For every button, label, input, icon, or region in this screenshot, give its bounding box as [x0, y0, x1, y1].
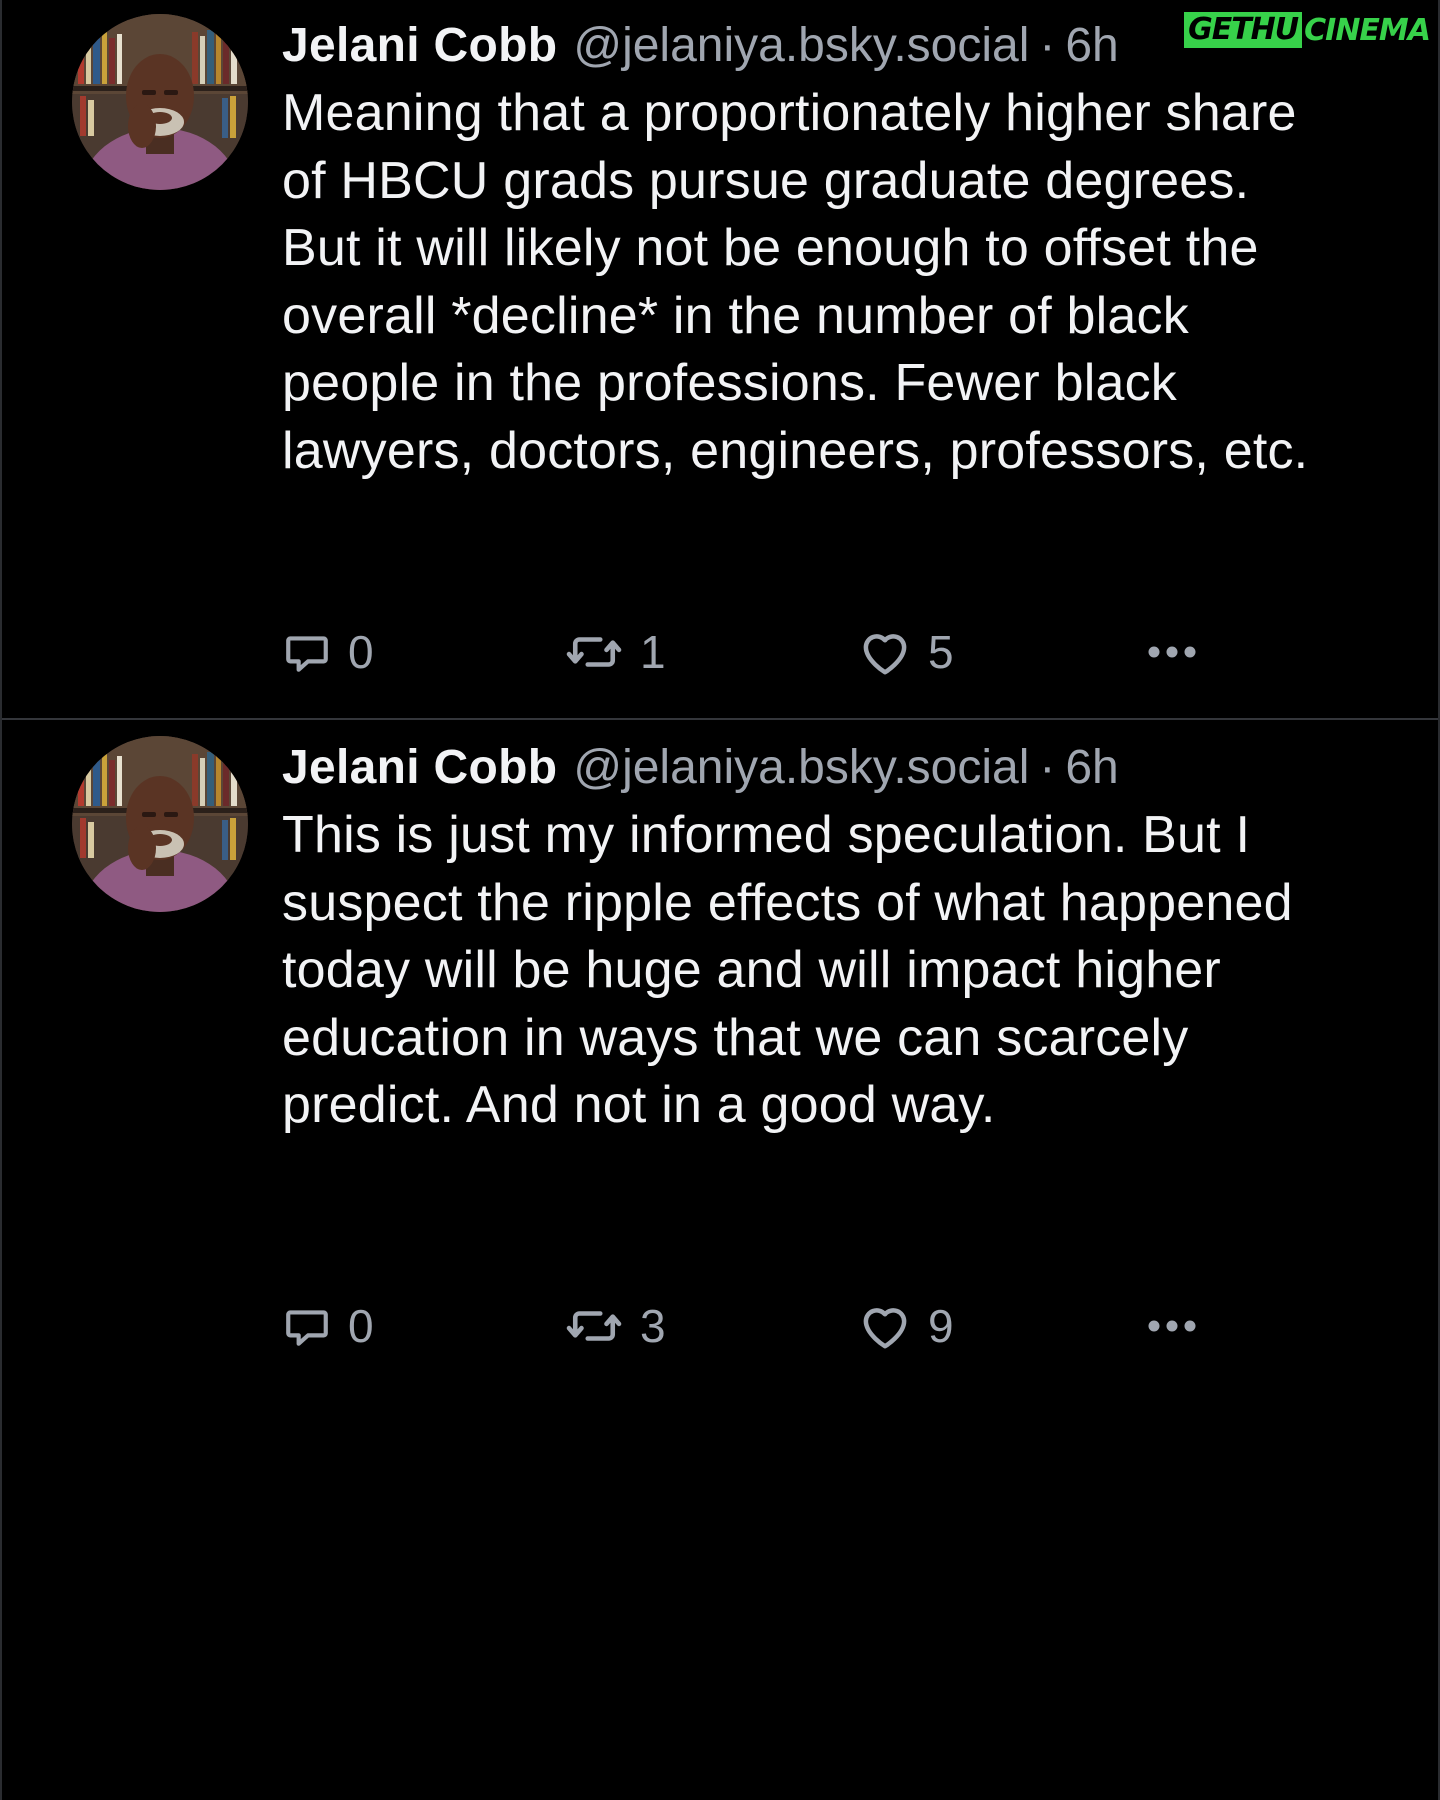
like-count: 5 [928, 626, 954, 678]
repost-count: 1 [640, 626, 666, 678]
author-handle[interactable]: @jelaniya.bsky.social [573, 14, 1029, 78]
post-item[interactable]: Jelani Cobb @jelaniya.bsky.social · 6h M… [2, 0, 1438, 720]
like-button[interactable]: 5 [858, 622, 954, 682]
heart-icon [863, 634, 907, 675]
ellipsis-icon [1148, 1320, 1196, 1332]
post-feed: GETHU CINEMA Jelani Cobb @jelaniya.bsky.… [0, 0, 1440, 1800]
post-text: This is just my informed speculation. Bu… [282, 806, 1293, 1134]
author-avatar[interactable] [72, 14, 248, 190]
reply-button[interactable]: 0 [282, 1296, 374, 1356]
post-text: Meaning that a proportionately higher sh… [282, 84, 1309, 480]
author-handle[interactable]: @jelaniya.bsky.social [573, 736, 1029, 800]
reply-bubble-icon [286, 1310, 328, 1346]
repost-count: 3 [640, 1300, 666, 1352]
post-header: Jelani Cobb @jelaniya.bsky.social · 6h [282, 736, 1362, 800]
post-timestamp[interactable]: 6h [1065, 14, 1118, 78]
reply-count: 0 [348, 626, 374, 678]
post-content: Jelani Cobb @jelaniya.bsky.social · 6h T… [282, 736, 1362, 1140]
post-item[interactable]: Jelani Cobb @jelaniya.bsky.social · 6h T… [2, 722, 1438, 1422]
like-button[interactable]: 9 [858, 1296, 954, 1356]
header-separator: · [1039, 19, 1056, 72]
like-count: 9 [928, 1300, 954, 1352]
avatar-photo [72, 14, 248, 190]
post-timestamp[interactable]: 6h [1065, 736, 1118, 800]
post-actions: 0 1 5 [282, 622, 1242, 682]
reply-button[interactable]: 0 [282, 622, 374, 682]
repost-button[interactable]: 1 [564, 622, 666, 682]
avatar-photo [72, 736, 248, 912]
author-display-name[interactable]: Jelani Cobb [282, 736, 557, 800]
reply-bubble-icon [286, 636, 328, 672]
repost-icon [566, 637, 622, 667]
more-options-button[interactable] [1144, 1296, 1200, 1356]
post-content: Jelani Cobb @jelaniya.bsky.social · 6h M… [282, 14, 1362, 485]
header-separator: · [1039, 741, 1056, 794]
ellipsis-icon [1148, 646, 1196, 658]
repost-icon [566, 1311, 622, 1341]
reply-count: 0 [348, 1300, 374, 1352]
author-display-name[interactable]: Jelani Cobb [282, 14, 557, 78]
repost-button[interactable]: 3 [564, 1296, 666, 1356]
post-actions: 0 3 9 [282, 1296, 1242, 1356]
more-options-button[interactable] [1144, 622, 1200, 682]
heart-icon [863, 1308, 907, 1349]
post-header: Jelani Cobb @jelaniya.bsky.social · 6h [282, 14, 1362, 78]
author-avatar[interactable] [72, 736, 248, 912]
